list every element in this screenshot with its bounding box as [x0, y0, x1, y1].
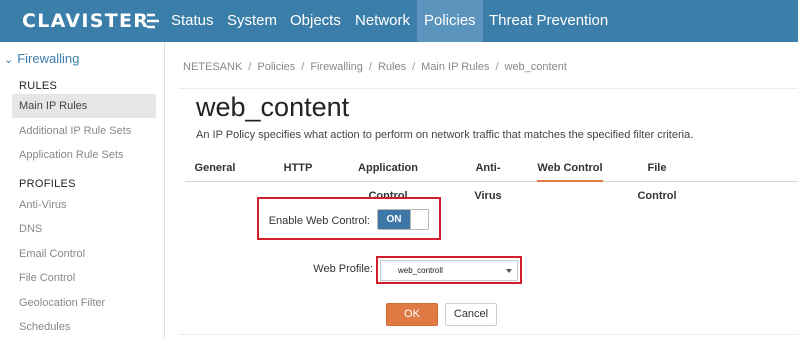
tab-application-control[interactable]: Application Control: [340, 154, 436, 202]
logo-mark-icon: [147, 13, 159, 29]
breadcrumb-item[interactable]: Rules: [378, 61, 406, 73]
nav-system[interactable]: System: [220, 0, 284, 42]
logo-text: CLAVISTER: [22, 10, 150, 32]
divider: [179, 88, 798, 89]
sidebar-section-profiles: PROFILES: [19, 178, 76, 190]
tab-anti-virus[interactable]: Anti-Virus: [462, 154, 514, 202]
nav-policies[interactable]: Policies: [417, 0, 483, 42]
nav-objects[interactable]: Objects: [283, 0, 348, 42]
tab-web-control[interactable]: Web Control: [537, 154, 603, 182]
ok-button[interactable]: OK: [386, 303, 438, 326]
web-profile-value: web_controll: [398, 266, 443, 275]
toggle-knob: [410, 210, 428, 229]
page-title: web_content: [196, 92, 350, 122]
nav-status[interactable]: Status: [164, 0, 221, 42]
cancel-button[interactable]: Cancel: [445, 303, 497, 326]
toggle-on-label: ON: [378, 210, 410, 229]
main-content: NETESANK / Policies / Firewalling / Rules / Main…: [165, 42, 798, 338]
tab-file-control[interactable]: File Control: [627, 154, 687, 202]
breadcrumb-current: web_content: [504, 61, 567, 73]
sidebar-section-rules: RULES: [19, 80, 58, 92]
sidebar-header-firewalling[interactable]: ⌄ Firewalling: [4, 51, 79, 66]
sidebar-item-email-control[interactable]: Email Control: [12, 242, 156, 266]
breadcrumb: NETESANK / Policies / Firewalling / Rules / Main…: [183, 61, 567, 73]
top-nav-bar: CLAVISTER Status System Objects Network …: [0, 0, 798, 42]
sidebar-item-main-ip-rules[interactable]: Main IP Rules: [12, 94, 156, 118]
sidebar-item-file-control[interactable]: File Control: [12, 266, 156, 290]
sidebar-item-additional-ip-rule-sets[interactable]: Additional IP Rule Sets: [12, 119, 156, 143]
sidebar-item-dns[interactable]: DNS: [12, 217, 156, 241]
web-profile-label: Web Profile:: [313, 263, 373, 275]
breadcrumb-item[interactable]: Firewalling: [310, 61, 363, 73]
enable-web-control-label: Enable Web Control:: [268, 215, 370, 227]
sidebar: ⌄ Firewalling RULES Main IP Rules Additio…: [0, 42, 165, 338]
chevron-down-icon: ⌄: [4, 54, 14, 66]
sidebar-header-label: Firewalling: [17, 51, 80, 66]
tab-general[interactable]: General: [193, 154, 237, 182]
divider: [179, 334, 798, 335]
nav-network[interactable]: Network: [348, 0, 417, 42]
page-description: An IP Policy specifies what action to pe…: [196, 129, 694, 141]
sidebar-item-anti-virus[interactable]: Anti-Virus: [12, 193, 156, 217]
tab-http[interactable]: HTTP: [279, 154, 317, 182]
nav-threat-prevention[interactable]: Threat Prevention: [482, 0, 615, 42]
web-profile-select[interactable]: web_controll: [380, 260, 518, 281]
sidebar-item-schedules[interactable]: Schedules: [12, 315, 156, 338]
sidebar-item-geolocation-filter[interactable]: Geolocation Filter: [12, 291, 156, 315]
tab-bar: General HTTP Application Control Anti-Vi…: [185, 154, 798, 202]
breadcrumb-item[interactable]: NETESANK: [183, 61, 242, 73]
sidebar-item-application-rule-sets[interactable]: Application Rule Sets: [12, 143, 156, 167]
enable-web-control-toggle[interactable]: ON: [377, 209, 429, 230]
breadcrumb-item[interactable]: Main IP Rules: [421, 61, 489, 73]
caret-down-icon: [506, 269, 512, 273]
breadcrumb-item[interactable]: Policies: [257, 61, 295, 73]
